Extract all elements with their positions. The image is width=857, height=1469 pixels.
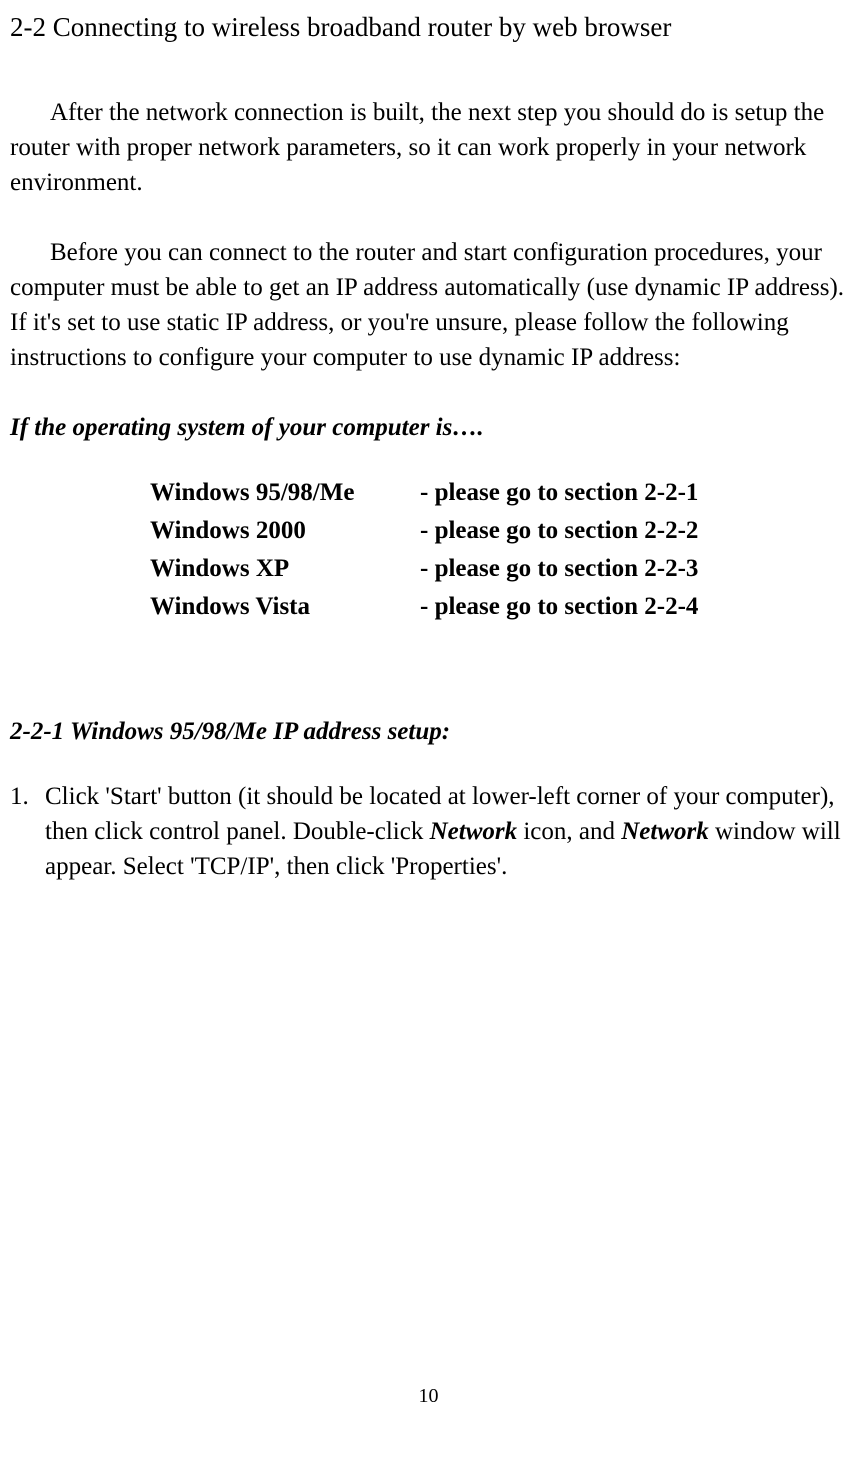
os-name: Windows Vista — [150, 589, 420, 624]
os-table: Windows 95/98/Me - please go to section … — [150, 475, 847, 624]
os-name: Windows 2000 — [150, 513, 420, 548]
page: 2-2 Connecting to wireless broadband rou… — [10, 10, 847, 1410]
os-section: - please go to section 2-2-2 — [420, 513, 698, 548]
paragraph-text: Before you can connect to the router and… — [10, 239, 844, 371]
paragraph-text: After the network connection is built, t… — [10, 99, 824, 196]
intro-paragraph-2: Before you can connect to the router and… — [10, 235, 847, 375]
page-number: 10 — [10, 1382, 847, 1410]
emphasis-network: Network — [621, 818, 709, 845]
subsection-heading: 2-2-1 Windows 95/98/Me IP address setup: — [10, 714, 847, 749]
os-row: Windows 2000 - please go to section 2-2-… — [150, 513, 847, 548]
step-number: 1. — [10, 779, 45, 884]
os-section: - please go to section 2-2-4 — [420, 589, 698, 624]
step-1: 1. Click 'Start' button (it should be lo… — [10, 779, 847, 884]
os-section: - please go to section 2-2-3 — [420, 551, 698, 586]
step-text: icon, and — [517, 818, 621, 845]
step-body: Click 'Start' button (it should be locat… — [45, 779, 847, 884]
if-os-line: If the operating system of your computer… — [10, 410, 847, 445]
os-name: Windows 95/98/Me — [150, 475, 420, 510]
emphasis-network: Network — [430, 818, 518, 845]
section-heading: 2-2 Connecting to wireless broadband rou… — [10, 10, 847, 45]
os-row: Windows XP - please go to section 2-2-3 — [150, 551, 847, 586]
os-section: - please go to section 2-2-1 — [420, 475, 698, 510]
os-row: Windows 95/98/Me - please go to section … — [150, 475, 847, 510]
intro-paragraph-1: After the network connection is built, t… — [10, 95, 847, 200]
os-row: Windows Vista - please go to section 2-2… — [150, 589, 847, 624]
os-name: Windows XP — [150, 551, 420, 586]
